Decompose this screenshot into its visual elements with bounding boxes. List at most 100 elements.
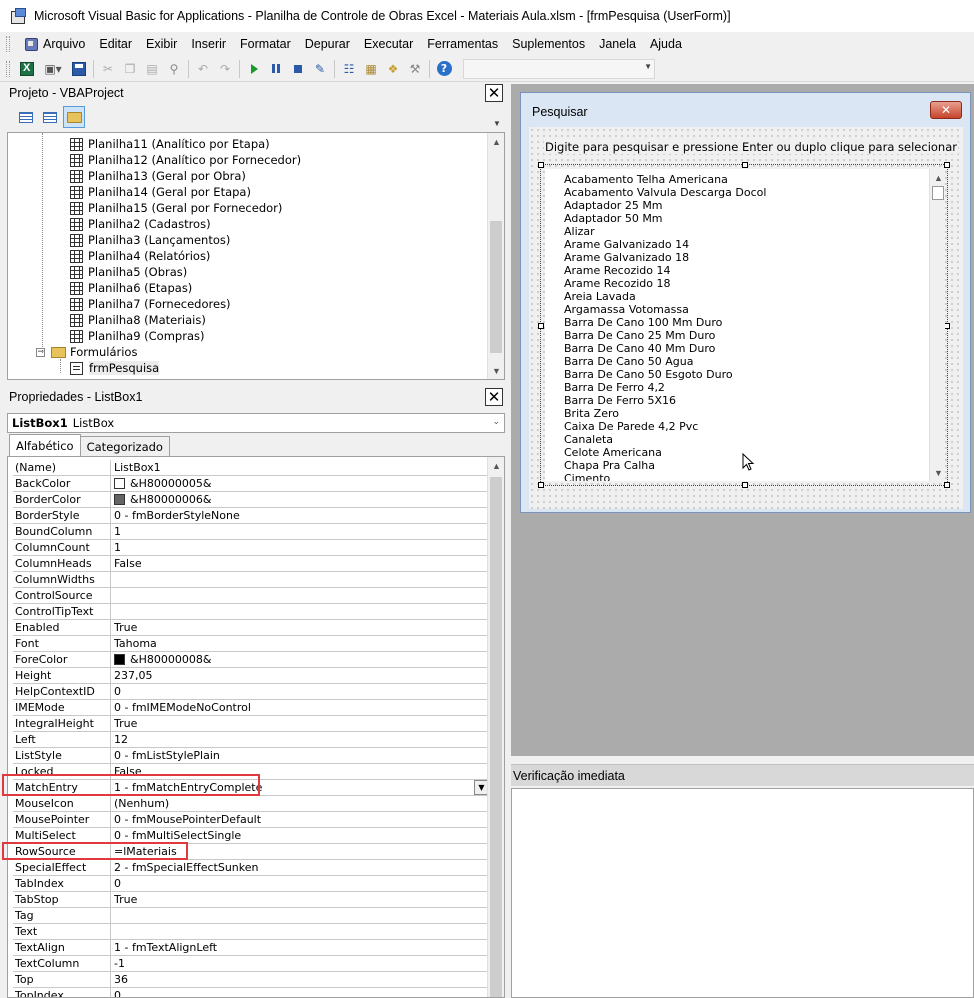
list-item[interactable]: Celote Americana bbox=[564, 446, 662, 459]
list-item[interactable]: Barra De Cano 100 Mm Duro bbox=[564, 316, 722, 329]
list-item[interactable]: Barra De Cano 50 Esgoto Duro bbox=[564, 368, 733, 381]
list-item[interactable]: Barra De Cano 40 Mm Duro bbox=[564, 342, 715, 355]
list-item[interactable]: Cimento bbox=[564, 472, 610, 481]
userform-window[interactable]: Pesquisar ✕ Digite para pesquisar e pres… bbox=[520, 92, 971, 513]
property-value[interactable]: 12 bbox=[111, 732, 489, 747]
property-value[interactable] bbox=[111, 604, 489, 619]
list-item[interactable]: Caixa De Parede 4,2 Pvc bbox=[564, 420, 698, 433]
property-value[interactable]: 36 bbox=[111, 972, 489, 987]
scroll-down-icon[interactable]: ▼ bbox=[488, 362, 504, 379]
property-row[interactable]: BorderColor &H80000006& bbox=[13, 492, 489, 508]
help-icon[interactable]: ? bbox=[433, 58, 455, 80]
menu-ferramentas[interactable]: Ferramentas bbox=[420, 33, 505, 55]
redo-icon[interactable]: ↷ bbox=[214, 58, 236, 80]
menu-depurar[interactable]: Depurar bbox=[298, 33, 357, 55]
property-row[interactable]: TextColumn -1 bbox=[13, 956, 489, 972]
tree-item-sheet[interactable]: Planilha14 (Geral por Etapa) bbox=[70, 184, 251, 200]
tree-item-sheet[interactable]: Planilha9 (Compras) bbox=[70, 328, 204, 344]
list-item[interactable]: Barra De Ferro 4,2 bbox=[564, 381, 665, 394]
property-value[interactable]: 0 bbox=[111, 876, 489, 891]
list-item[interactable]: Chapa Pra Calha bbox=[564, 459, 655, 472]
property-row[interactable]: MousePointer 0 - fmMousePointerDefault bbox=[13, 812, 489, 828]
property-row[interactable]: (Name) ListBox1 bbox=[13, 460, 489, 476]
property-value[interactable]: &H80000008& bbox=[111, 652, 489, 667]
vba-app-icon[interactable] bbox=[10, 8, 26, 24]
property-row[interactable]: BorderStyle 0 - fmBorderStyleNone bbox=[13, 508, 489, 524]
property-row[interactable]: ColumnWidths bbox=[13, 572, 489, 588]
property-row[interactable]: Enabled True bbox=[13, 620, 489, 636]
resize-handle[interactable] bbox=[944, 162, 950, 168]
property-value[interactable]: 0 - fmListStylePlain bbox=[111, 748, 489, 763]
property-value[interactable]: (Nenhum) bbox=[111, 796, 489, 811]
list-item[interactable]: Adaptador 50 Mm bbox=[564, 212, 663, 225]
design-mode-icon[interactable]: ✎ bbox=[309, 58, 331, 80]
list-item[interactable]: Arame Recozido 18 bbox=[564, 277, 671, 290]
tree-item-frmpesquisa[interactable]: frmPesquisa bbox=[70, 360, 160, 376]
property-row[interactable]: IMEMode 0 - fmIMEModeNoControl bbox=[13, 700, 489, 716]
property-row[interactable]: ListStyle 0 - fmListStylePlain bbox=[13, 748, 489, 764]
list-item[interactable]: Arame Galvanizado 14 bbox=[564, 238, 689, 251]
list-item[interactable]: Barra De Cano 50 Agua bbox=[564, 355, 693, 368]
project-tree[interactable]: Planilha11 (Analítico por Etapa) Planilha… bbox=[7, 132, 505, 380]
property-row[interactable]: BackColor &H80000005& bbox=[13, 476, 489, 492]
property-value[interactable]: True bbox=[111, 892, 489, 907]
list-item[interactable]: Barra De Cano 25 Mm Duro bbox=[564, 329, 715, 342]
immediate-window[interactable] bbox=[511, 788, 974, 998]
undo-icon[interactable]: ↶ bbox=[192, 58, 214, 80]
toolbox-icon[interactable]: ⚒ bbox=[404, 58, 426, 80]
tree-folder-forms[interactable]: − Formulários bbox=[36, 344, 137, 360]
property-value[interactable]: 237,05 bbox=[111, 668, 489, 683]
resize-handle[interactable] bbox=[742, 162, 748, 168]
tab-categorizado[interactable]: Categorizado bbox=[79, 436, 170, 456]
menu-exibir[interactable]: Exibir bbox=[139, 33, 184, 55]
property-row[interactable]: IntegralHeight True bbox=[13, 716, 489, 732]
list-item[interactable]: Acabamento Telha Americana bbox=[564, 173, 728, 186]
list-item[interactable]: Alizar bbox=[564, 225, 595, 238]
property-value[interactable]: 1 - fmTextAlignLeft bbox=[111, 940, 489, 955]
break-icon[interactable] bbox=[265, 58, 287, 80]
property-row[interactable]: MouseIcon (Nenhum) bbox=[13, 796, 489, 812]
property-value[interactable]: 0 - fmMousePointerDefault bbox=[111, 812, 489, 827]
menu-suplementos[interactable]: Suplementos bbox=[505, 33, 592, 55]
property-value[interactable]: &H80000006& bbox=[111, 492, 489, 507]
menu-grip[interactable] bbox=[6, 36, 10, 52]
property-row[interactable]: ColumnCount 1 bbox=[13, 540, 489, 556]
property-row[interactable]: Tag bbox=[13, 908, 489, 924]
paste-icon[interactable]: ▤ bbox=[141, 58, 163, 80]
menu-ajuda[interactable]: Ajuda bbox=[643, 33, 689, 55]
userform-client-area[interactable]: Digite para pesquisar e pressione Enter … bbox=[529, 127, 963, 509]
properties-grid[interactable]: (Name) ListBox1 BackColor &H80000005& Border… bbox=[7, 456, 505, 998]
list-item[interactable]: Acabamento Valvula Descarga Docol bbox=[564, 186, 766, 199]
property-value[interactable]: False bbox=[111, 556, 489, 571]
list-item[interactable]: Canaleta bbox=[564, 433, 613, 446]
property-row[interactable]: Top 36 bbox=[13, 972, 489, 988]
scroll-down-icon[interactable]: ▼ bbox=[930, 464, 945, 481]
project-tree-scrollbar[interactable]: ▲ ▼ bbox=[487, 133, 504, 379]
property-row[interactable]: Font Tahoma bbox=[13, 636, 489, 652]
menu-executar[interactable]: Executar bbox=[357, 33, 420, 55]
list-item[interactable]: Arame Recozido 14 bbox=[564, 264, 671, 277]
view-code-icon[interactable] bbox=[15, 106, 37, 128]
cut-icon[interactable]: ✂ bbox=[97, 58, 119, 80]
listbox1[interactable]: Acabamento Telha Americana Acabamento Val… bbox=[545, 169, 945, 481]
tab-alfabetico[interactable]: Alfabético bbox=[9, 434, 81, 456]
object-selector[interactable]: ListBox1 ListBox ⌄ bbox=[7, 413, 505, 433]
resize-handle[interactable] bbox=[538, 323, 544, 329]
close-icon[interactable]: ✕ bbox=[485, 84, 503, 102]
toolbar-grip[interactable] bbox=[6, 60, 10, 77]
property-value[interactable] bbox=[111, 924, 489, 939]
menu-editar[interactable]: Editar bbox=[92, 33, 139, 55]
list-item[interactable]: Brita Zero bbox=[564, 407, 619, 420]
property-row[interactable]: Left 12 bbox=[13, 732, 489, 748]
excel-icon[interactable] bbox=[16, 58, 38, 80]
property-value[interactable]: True bbox=[111, 716, 489, 731]
object-browser-icon[interactable]: ❖ bbox=[382, 58, 404, 80]
tree-item-sheet[interactable]: Planilha7 (Fornecedores) bbox=[70, 296, 231, 312]
property-value[interactable] bbox=[111, 572, 489, 587]
menu-inserir[interactable]: Inserir bbox=[184, 33, 233, 55]
property-value[interactable]: 1 bbox=[111, 524, 489, 539]
property-row[interactable]: TopIndex 0 bbox=[13, 988, 489, 997]
tree-item-sheet[interactable]: Planilha8 (Materiais) bbox=[70, 312, 206, 328]
properties-scrollbar[interactable]: ▲ bbox=[487, 457, 504, 997]
property-value[interactable]: -1 bbox=[111, 956, 489, 971]
